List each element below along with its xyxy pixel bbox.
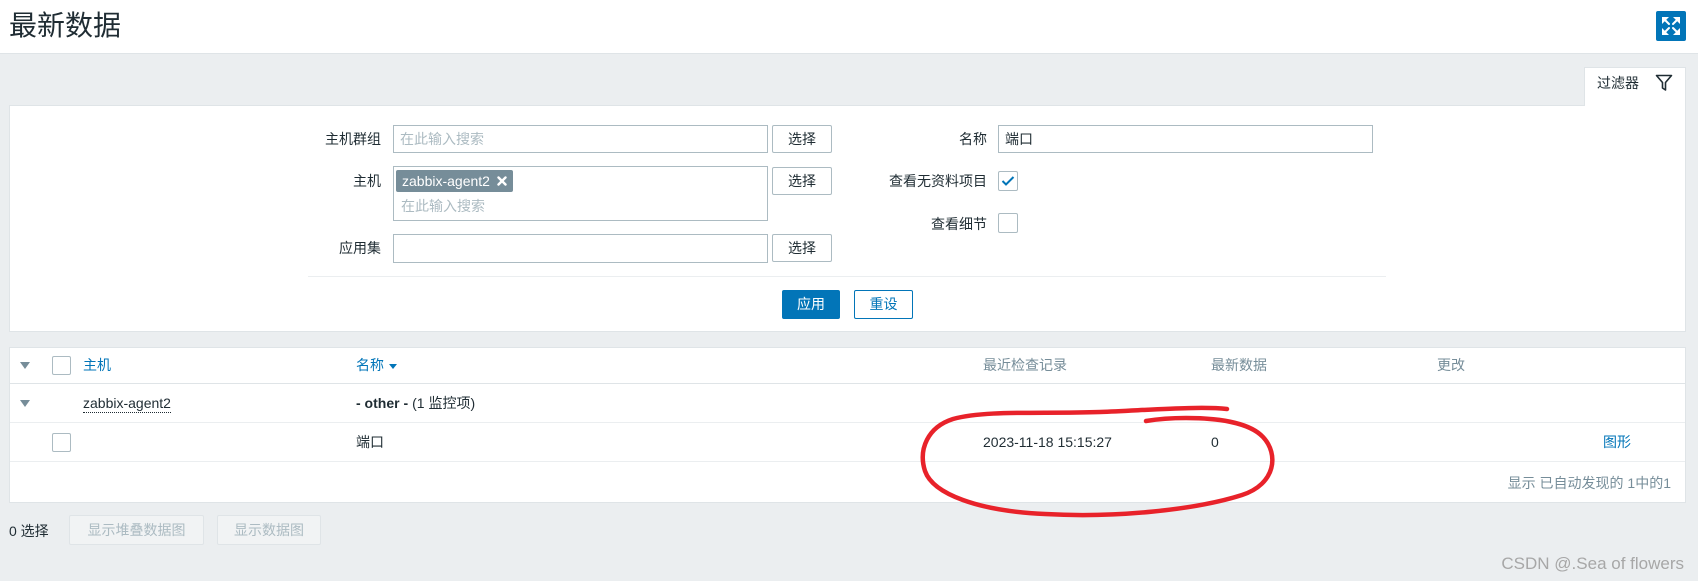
page-title: 最新数据: [9, 10, 122, 41]
application-group: - other - (1 监控项): [356, 394, 475, 412]
select-all-checkbox[interactable]: [52, 356, 71, 375]
fullscreen-button[interactable]: [1656, 11, 1686, 41]
show-without-data-checkbox[interactable]: [998, 171, 1018, 191]
item-last-value: 0: [1211, 434, 1219, 450]
show-details-checkbox[interactable]: [998, 213, 1018, 233]
fullscreen-icon: [1662, 17, 1680, 35]
column-header-host[interactable]: 主机: [83, 356, 111, 374]
watermark: CSDN @.Sea of flowers: [1501, 554, 1684, 573]
filter-divider: [308, 276, 1386, 277]
apply-button[interactable]: 应用: [782, 290, 840, 319]
filter-tab[interactable]: 过滤器: [1584, 67, 1686, 106]
host-link[interactable]: zabbix-agent2: [83, 394, 171, 413]
host-groups-select-button[interactable]: 选择: [772, 125, 832, 153]
checkmark-icon: [1001, 176, 1015, 186]
host-tag-label: zabbix-agent2: [402, 173, 490, 189]
host-groups-label: 主机群组: [325, 131, 381, 147]
name-label: 名称: [959, 131, 987, 147]
item-name: 端口: [356, 434, 384, 450]
graph-button[interactable]: 显示数据图: [217, 515, 321, 545]
host-tag: zabbix-agent2: [396, 170, 513, 192]
application-input[interactable]: [393, 234, 768, 263]
selected-count: 0 选择: [9, 523, 49, 539]
item-checkbox[interactable]: [52, 433, 71, 452]
application-name: - other -: [356, 395, 409, 411]
funnel-icon: [1655, 74, 1673, 91]
show-without-data-label: 查看无资料项目: [889, 173, 987, 189]
table-header-divider: [10, 383, 1685, 384]
collapse-all-icon[interactable]: [20, 362, 30, 369]
application-label: 应用集: [339, 240, 381, 256]
application-select-button[interactable]: 选择: [772, 234, 832, 262]
column-header-last-check: 最近检查记录: [983, 357, 1067, 373]
page-header: [0, 0, 1698, 54]
reset-button[interactable]: 重设: [854, 290, 913, 319]
item-graph-link[interactable]: 图形: [1603, 433, 1631, 451]
show-details-label: 查看细节: [931, 216, 987, 232]
hosts-search-input[interactable]: [396, 195, 764, 217]
remove-icon[interactable]: [497, 176, 507, 186]
column-header-name-label: 名称: [356, 357, 384, 373]
row-divider: [10, 422, 1685, 423]
row-divider: [10, 461, 1685, 462]
column-header-change: 更改: [1437, 357, 1465, 373]
hosts-label: 主机: [353, 173, 381, 189]
name-input[interactable]: [998, 125, 1373, 153]
sort-desc-icon: [389, 363, 397, 369]
application-item-count: (1 监控项): [412, 395, 476, 411]
collapse-triangle-icon[interactable]: [20, 400, 30, 407]
table-footer-count: 显示 已自动发现的 1中的1: [1507, 475, 1671, 491]
column-header-last-value: 最新数据: [1211, 357, 1267, 373]
stacked-graph-button[interactable]: 显示堆叠数据图: [69, 515, 204, 545]
filter-tab-label: 过滤器: [1597, 75, 1639, 91]
host-groups-input[interactable]: [393, 125, 768, 153]
item-last-check: 2023-11-18 15:15:27: [983, 434, 1112, 450]
column-header-name[interactable]: 名称: [356, 356, 397, 374]
